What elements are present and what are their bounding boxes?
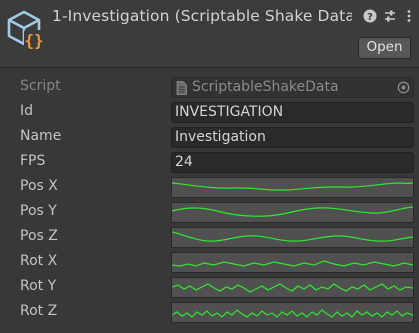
rot-z-label: Rot Z	[20, 303, 58, 319]
svg-text:?: ?	[367, 12, 373, 23]
rot-x-label: Rot X	[20, 253, 58, 269]
rot-z-curve	[172, 303, 413, 322]
asset-title: 1-Investigation (Scriptable Shake Data	[52, 7, 352, 25]
pos-z-curve-field[interactable]	[171, 227, 414, 248]
script-file-icon	[176, 81, 187, 95]
pos-x-curve-field[interactable]	[171, 177, 414, 198]
fps-input[interactable]: 24	[171, 152, 414, 173]
rot-x-curve-field[interactable]	[171, 252, 414, 273]
id-input[interactable]: INVESTIGATION	[171, 102, 414, 123]
more-menu-icon[interactable]	[402, 9, 416, 23]
rot-y-label: Rot Y	[20, 278, 57, 294]
pos-y-curve-field[interactable]	[171, 202, 414, 223]
id-label: Id	[20, 103, 34, 119]
help-icon[interactable]: ?	[363, 9, 377, 23]
fps-label: FPS	[20, 153, 46, 169]
inspector-header: {} 1-Investigation (Scriptable Shake Dat…	[0, 0, 419, 68]
scriptable-object-icon: {}	[7, 10, 44, 50]
svg-text:{}: {}	[24, 31, 43, 50]
rot-y-curve	[172, 278, 413, 297]
name-label: Name	[20, 128, 62, 144]
name-input[interactable]: Investigation	[171, 127, 414, 148]
rot-z-curve-field[interactable]	[171, 302, 414, 323]
pos-y-label: Pos Y	[20, 203, 57, 219]
pos-z-label: Pos Z	[20, 228, 58, 244]
rot-x-curve	[172, 253, 413, 272]
script-value: ScriptableShakeData	[192, 79, 339, 95]
pos-z-curve	[172, 228, 413, 247]
rot-y-curve-field[interactable]	[171, 277, 414, 298]
script-field: ScriptableShakeData	[171, 77, 414, 98]
open-button[interactable]: Open	[358, 37, 411, 59]
pos-x-curve	[172, 178, 413, 197]
script-label: Script	[20, 78, 61, 94]
pos-y-curve	[172, 203, 413, 222]
pos-x-label: Pos X	[20, 178, 58, 194]
preset-icon[interactable]	[383, 9, 397, 23]
object-picker-icon[interactable]	[397, 81, 410, 94]
